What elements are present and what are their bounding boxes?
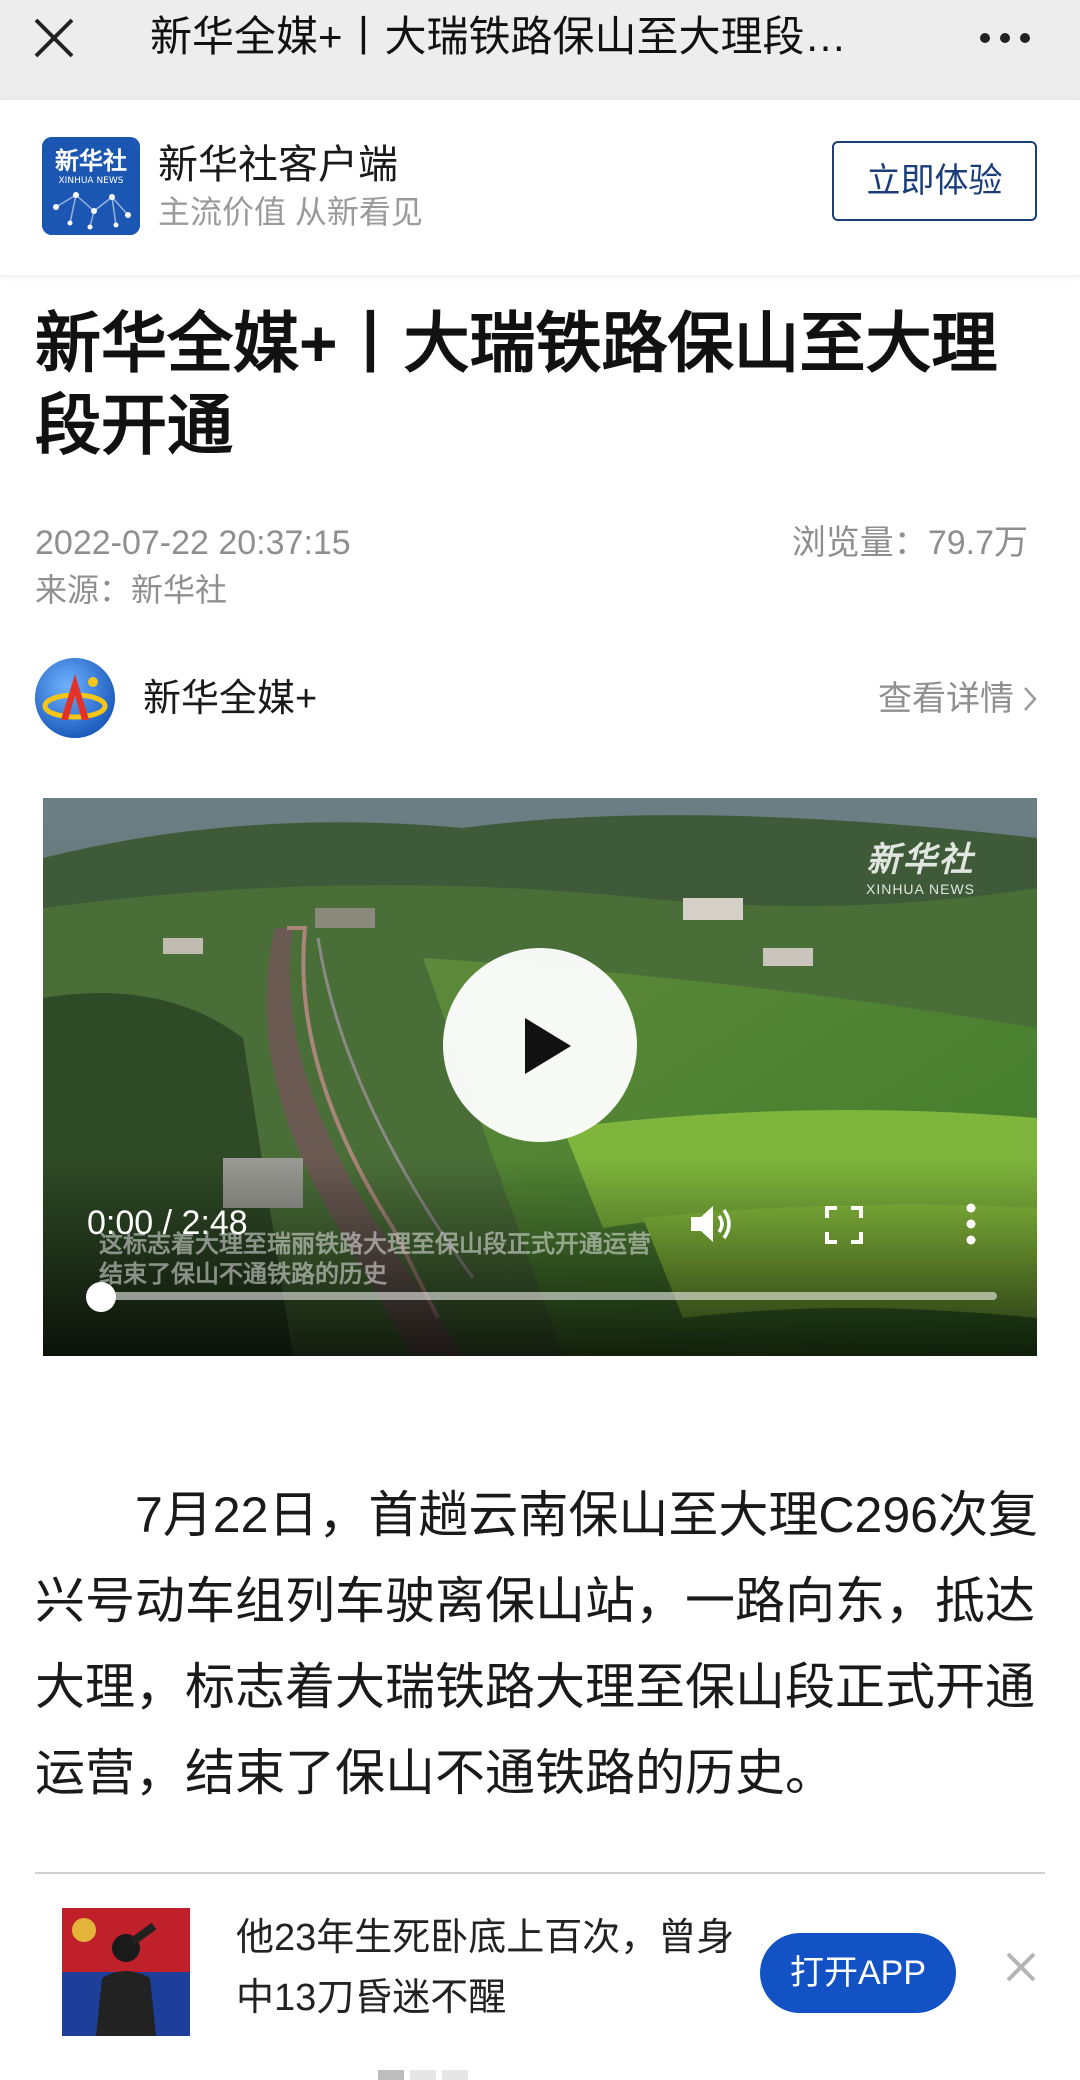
recommendation-thumbnail[interactable] <box>62 1908 190 2036</box>
duration: 2:48 <box>181 1204 248 1242</box>
video-player[interactable]: 新华社 XINHUA NEWS 这标志着大理至瑞丽铁路大理至保山段正式开通运营 … <box>43 798 1037 1356</box>
video-watermark: 新华社 XINHUA NEWS <box>865 841 975 897</box>
view-count-label: 浏览量： <box>791 524 928 562</box>
carousel-indicator <box>378 2070 474 2080</box>
view-count: 浏览量：79.7万 <box>792 522 1028 564</box>
video-progress-thumb[interactable] <box>86 1282 116 1312</box>
recommendation-text[interactable]: 他23年生死卧底上百次，曾身中13刀昏迷不醒 <box>236 1908 736 2028</box>
close-icon[interactable] <box>1004 1950 1038 1984</box>
try-now-button[interactable]: 立即体验 <box>832 141 1037 221</box>
channel-name[interactable]: 新华全媒+ <box>143 676 317 722</box>
svg-text:新华社: 新华社 <box>55 147 127 175</box>
carousel-dot <box>378 2070 404 2080</box>
more-horizontal-icon[interactable] <box>975 14 1035 62</box>
video-progress-track[interactable] <box>101 1292 997 1300</box>
publish-datetime: 2022-07-22 20:37:15 <box>35 524 351 562</box>
page-title: 新华全媒+丨大瑞铁路保山至大理段… <box>150 13 847 60</box>
app-name: 新华社客户端 <box>158 143 398 187</box>
current-time: 0:00 <box>87 1204 154 1242</box>
xinhua-logo: 新华社 XINHUA NEWS <box>42 137 140 235</box>
top-bar: 新华全媒+丨大瑞铁路保山至大理段… <box>0 0 1080 100</box>
play-button[interactable] <box>443 948 637 1142</box>
app-slogan: 主流价值 从新看见 <box>158 194 423 230</box>
open-app-button[interactable]: 打开APP <box>760 1933 956 2013</box>
chevron-right-icon <box>1024 687 1037 711</box>
play-icon <box>525 1018 571 1074</box>
app-promo-banner: 新华社 XINHUA NEWS 新华社客户端 主流价值 从新看见 立即体验 <box>0 100 1080 275</box>
close-icon[interactable] <box>30 14 78 62</box>
view-details-link[interactable]: 查看详情 <box>878 676 1038 722</box>
more-vertical-icon[interactable] <box>961 1202 981 1246</box>
channel-avatar[interactable] <box>35 658 115 738</box>
source-label: 来源： <box>35 572 132 608</box>
volume-icon[interactable] <box>687 1202 735 1246</box>
carousel-dot <box>410 2070 436 2080</box>
article-title: 新华全媒+丨大瑞铁路保山至大理段开通 <box>35 306 998 462</box>
view-count-value: 79.7万 <box>927 524 1028 562</box>
svg-text:XINHUA NEWS: XINHUA NEWS <box>59 176 124 186</box>
view-details-label: 查看详情 <box>878 680 1014 718</box>
video-time: 0:00 / 2:48 <box>87 1204 248 1242</box>
carousel-dot <box>442 2070 468 2080</box>
source-value: 新华社 <box>131 572 228 608</box>
article-paragraph: 7月22日，首趟云南保山至大理C296次复兴号动车组列车驶离保山站，一路向东，抵… <box>35 1487 1038 1801</box>
fullscreen-icon[interactable] <box>825 1206 863 1244</box>
article-source: 来源：新华社 <box>35 570 227 610</box>
divider <box>35 1872 1045 1874</box>
